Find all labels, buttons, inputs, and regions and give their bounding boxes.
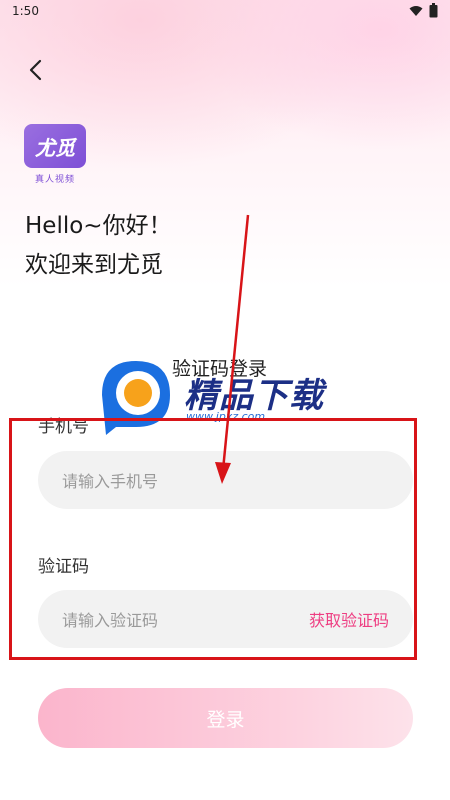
battery-icon [429,3,438,18]
phone-placeholder: 请输入手机号 [62,472,159,491]
code-input[interactable]: 请输入验证码 获取验证码 [38,590,413,648]
code-label: 验证码 [38,557,89,577]
greeting-line-2: 欢迎来到尤觅 [25,252,163,278]
back-button[interactable] [22,56,52,86]
get-code-button[interactable]: 获取验证码 [309,607,389,631]
status-time: 1:50 [12,4,39,18]
logo-mark: 尤觅 [24,124,86,168]
phone-input[interactable]: 请输入手机号 [38,451,413,509]
app-logo: 尤觅 真人视频 [24,124,88,188]
status-icons [409,3,438,18]
greeting-line-1: Hello~你好！ [25,213,172,239]
code-placeholder: 请输入验证码 [62,611,159,630]
logo-subtitle: 真人视频 [34,175,75,185]
phone-label: 手机号 [38,417,89,437]
watermark-url: www.jpxz.com [186,410,266,423]
login-button[interactable]: 登录 [38,688,413,748]
status-bar: 1:50 [0,0,450,24]
wifi-icon [409,5,423,16]
chevron-left-icon [29,59,42,81]
